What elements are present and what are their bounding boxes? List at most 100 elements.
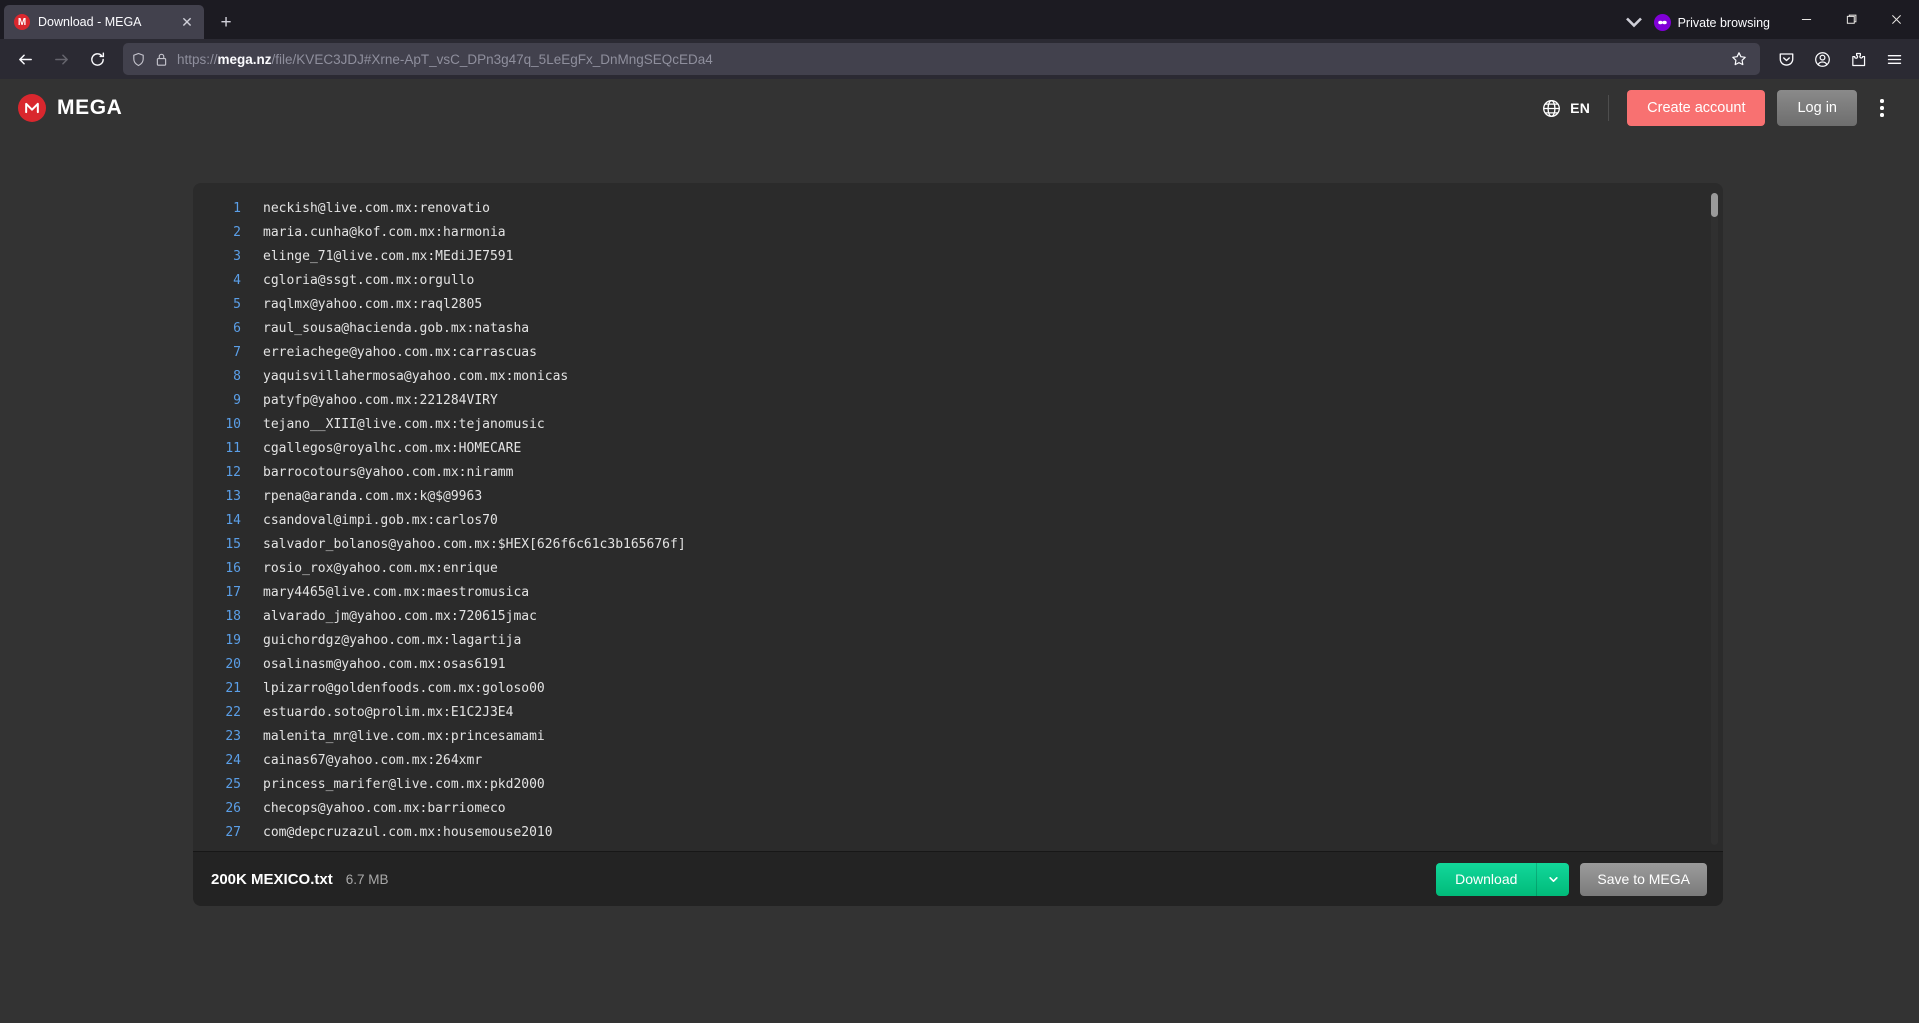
language-selector[interactable]: EN	[1542, 99, 1590, 118]
code-line: 6 raul_sousa@hacienda.gob.mx:natasha	[193, 317, 1709, 341]
browser-chrome: M Download - MEGA ✕ + Private browsing h…	[0, 0, 1919, 79]
code-line: 21 lpizarro@goldenfoods.com.mx:goloso00	[193, 677, 1709, 701]
line-text: guichordgz@yahoo.com.mx:lagartija	[263, 633, 522, 648]
close-window-icon[interactable]	[1874, 1, 1919, 37]
close-icon[interactable]: ✕	[178, 13, 196, 31]
line-number: 17	[225, 585, 241, 600]
header-overflow-menu-icon[interactable]	[1867, 91, 1897, 125]
line-text: neckish@live.com.mx:renovatio	[263, 201, 490, 216]
code-line: 26 checops@yahoo.com.mx:barriomeco	[193, 797, 1709, 821]
code-line: 25 princess_marifer@live.com.mx:pkd2000	[193, 773, 1709, 797]
code-line: 16 rosio_rox@yahoo.com.mx:enrique	[193, 557, 1709, 581]
file-action-bar: 200K MEXICO.txt 6.7 MB Download Save to …	[193, 851, 1723, 906]
line-text: lpizarro@goldenfoods.com.mx:goloso00	[263, 681, 545, 696]
pocket-icon[interactable]	[1769, 43, 1803, 75]
shield-icon	[133, 52, 144, 66]
line-number: 8	[233, 369, 241, 384]
code-line: 9 patyfp@yahoo.com.mx:221284VIRY	[193, 389, 1709, 413]
forward-icon[interactable]	[44, 43, 78, 75]
download-button[interactable]: Download	[1436, 862, 1537, 896]
code-line: 18 alvarado_jm@yahoo.com.mx:720615jmac	[193, 605, 1709, 629]
save-to-mega-button[interactable]: Save to MEGA	[1580, 862, 1707, 896]
code-line: 15 salvador_bolanos@yahoo.com.mx:$HEX[626…	[193, 533, 1709, 557]
line-text: tejano__XIII@live.com.mx:tejanomusic	[263, 417, 545, 432]
line-text: elinge_71@live.com.mx:MEdiJE7591	[263, 249, 514, 264]
line-number: 2	[233, 225, 241, 240]
code-line: 7 erreiachege@yahoo.com.mx:carrascuas	[193, 341, 1709, 365]
line-number: 18	[225, 609, 241, 624]
line-number: 1	[233, 201, 241, 216]
new-tab-button[interactable]: +	[211, 7, 241, 37]
line-number: 19	[225, 633, 241, 648]
line-text: cgallegos@royalhc.com.mx:HOMECARE	[263, 441, 522, 456]
code-line: 4 cgloria@ssgt.com.mx:orgullo	[193, 269, 1709, 293]
line-number: 15	[225, 537, 241, 552]
list-all-tabs-icon[interactable]	[1620, 8, 1648, 36]
text-preview-panel: 1 neckish@live.com.mx:renovatio 2 maria.cun…	[193, 183, 1723, 851]
line-number: 13	[225, 489, 241, 504]
menu-dot	[1880, 106, 1884, 110]
tab-strip: M Download - MEGA ✕ + Private browsing	[0, 0, 1919, 39]
line-text: raul_sousa@hacienda.gob.mx:natasha	[263, 321, 530, 336]
window-controls	[1784, 1, 1919, 37]
line-number: 27	[225, 825, 241, 840]
private-browsing-indicator: Private browsing	[1653, 14, 1770, 31]
navigation-toolbar: https://mega.nz/file/KVEC3JDJ#Xrne-ApT_v…	[0, 39, 1919, 79]
line-text: princess_marifer@live.com.mx:pkd2000	[263, 777, 545, 792]
browser-tab-download-mega[interactable]: M Download - MEGA ✕	[4, 5, 204, 39]
viewer-scrollbar-thumb[interactable]	[1711, 193, 1718, 217]
reload-icon[interactable]	[80, 43, 114, 75]
mega-header: MEGA EN Create account Log in	[0, 79, 1919, 137]
line-number: 14	[225, 513, 241, 528]
code-line: 2 maria.cunha@kof.com.mx:harmonia	[193, 221, 1709, 245]
tab-title: Download - MEGA	[38, 15, 142, 29]
code-line: 1 neckish@live.com.mx:renovatio	[193, 197, 1709, 221]
code-line: 12 barrocotours@yahoo.com.mx:niramm	[193, 461, 1709, 485]
account-icon[interactable]	[1805, 43, 1839, 75]
code-line: 3 elinge_71@live.com.mx:MEdiJE7591	[193, 245, 1709, 269]
line-text: rpena@aranda.com.mx:k@$@9963	[263, 489, 483, 504]
line-number: 22	[225, 705, 241, 720]
mega-favicon-icon: M	[14, 14, 30, 30]
url-bar[interactable]: https://mega.nz/file/KVEC3JDJ#Xrne-ApT_v…	[123, 43, 1760, 75]
log-in-button[interactable]: Log in	[1777, 90, 1857, 126]
globe-icon	[1543, 99, 1561, 117]
maximize-icon[interactable]	[1829, 1, 1874, 37]
line-number: 7	[233, 345, 241, 360]
line-text: estuardo.soto@prolim.mx:E1C2J3E4	[263, 705, 514, 720]
back-icon[interactable]	[8, 43, 42, 75]
code-line: 14 csandoval@impi.gob.mx:carlos70	[193, 509, 1709, 533]
url-text: https://mega.nz/file/KVEC3JDJ#Xrne-ApT_v…	[177, 51, 713, 67]
line-text: mary4465@live.com.mx:maestromusica	[263, 585, 530, 600]
line-number: 23	[225, 729, 241, 744]
line-number: 5	[233, 297, 241, 312]
line-text: alvarado_jm@yahoo.com.mx:720615jmac	[263, 609, 537, 624]
minimize-icon[interactable]	[1784, 1, 1829, 37]
line-text: cgloria@ssgt.com.mx:orgullo	[263, 273, 475, 288]
download-button-group: Download	[1436, 862, 1570, 896]
line-text: malenita_mr@live.com.mx:princesamami	[263, 729, 545, 744]
viewer-scrollbar[interactable]	[1711, 193, 1718, 845]
line-number: 11	[225, 441, 241, 456]
line-text: maria.cunha@kof.com.mx:harmonia	[263, 225, 506, 240]
download-options-chevron-down-icon[interactable]	[1536, 862, 1570, 896]
line-text: salvador_bolanos@yahoo.com.mx:$HEX[626f6…	[263, 537, 686, 552]
mega-logo[interactable]: MEGA	[18, 94, 122, 122]
line-text: erreiachege@yahoo.com.mx:carrascuas	[263, 345, 537, 360]
file-name: 200K MEXICO.txt	[211, 870, 333, 888]
line-text: yaquisvillahermosa@yahoo.com.mx:monicas	[263, 369, 569, 384]
bookmark-star-icon[interactable]	[1726, 46, 1752, 72]
code-line: 17 mary4465@live.com.mx:maestromusica	[193, 581, 1709, 605]
extensions-icon[interactable]	[1841, 43, 1875, 75]
line-text: csandoval@impi.gob.mx:carlos70	[263, 513, 498, 528]
line-text: patyfp@yahoo.com.mx:221284VIRY	[263, 393, 498, 408]
line-number: 12	[225, 465, 241, 480]
code-line: 11 cgallegos@royalhc.com.mx:HOMECARE	[193, 437, 1709, 461]
code-line: 10 tejano__XIII@live.com.mx:tejanomusic	[193, 413, 1709, 437]
create-account-button[interactable]: Create account	[1627, 90, 1766, 126]
line-number: 26	[225, 801, 241, 816]
text-content-area[interactable]: 1 neckish@live.com.mx:renovatio 2 maria.cun…	[193, 197, 1709, 851]
hamburger-menu-icon[interactable]	[1877, 43, 1911, 75]
line-number: 21	[225, 681, 241, 696]
line-number: 3	[233, 249, 241, 264]
